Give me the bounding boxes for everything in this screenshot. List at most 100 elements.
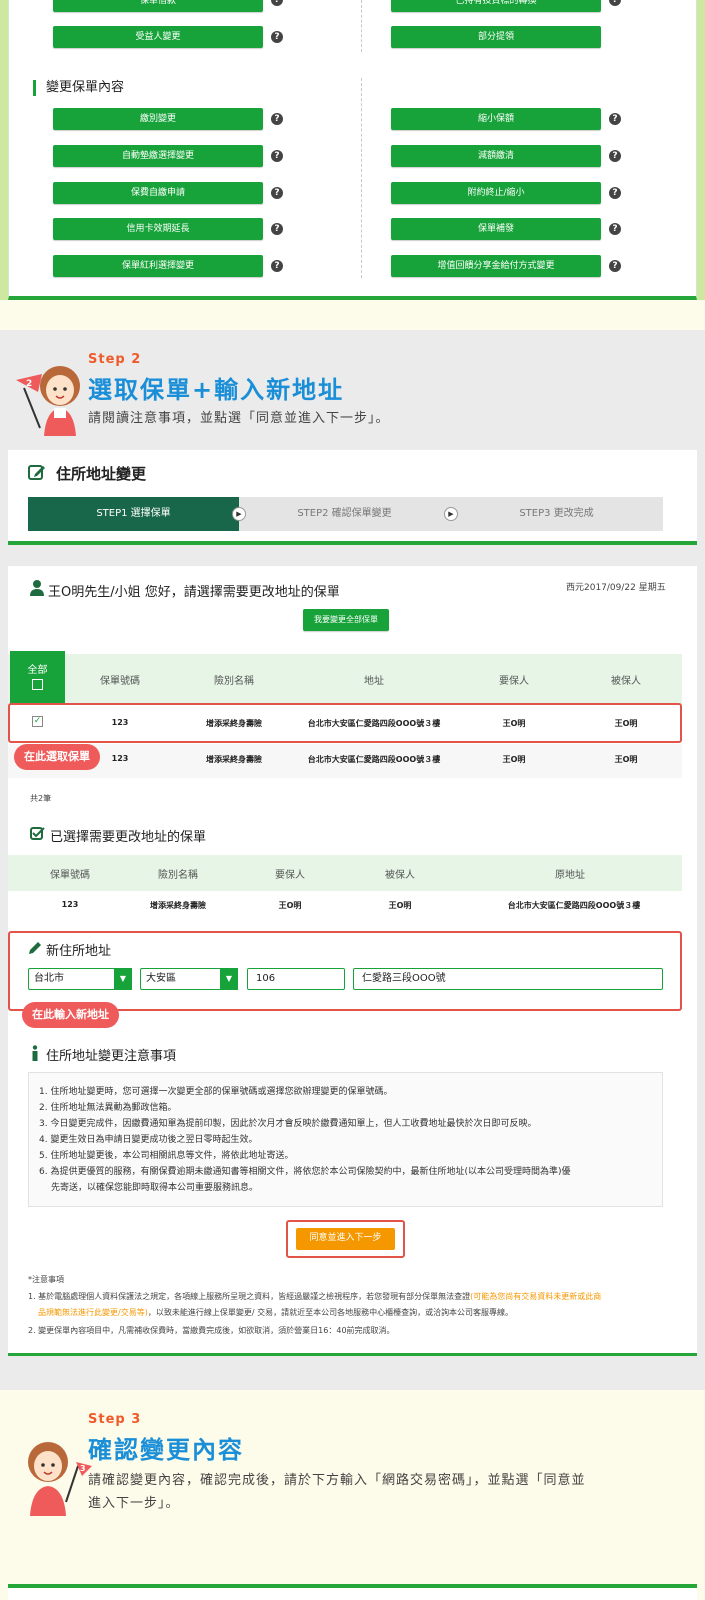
notice-item: 1. 住所地址變更時，您可選擇一次變更全部的保單號碼或選擇您欲辦理變更的保單號碼… xyxy=(39,1087,393,1097)
next-panel-top xyxy=(8,1584,697,1600)
select-all-label: 全部 xyxy=(27,665,48,676)
footnote-1-warning: (可能為您尚有交易資料未更新或此商 xyxy=(470,1292,602,1301)
footnote-title: *注意事項 xyxy=(28,1275,64,1284)
service-button-right-2[interactable]: 附約終止/縮小 xyxy=(391,182,601,204)
svg-text:2: 2 xyxy=(26,379,32,389)
help-icon[interactable]: ? xyxy=(271,0,283,6)
checkbox-icon xyxy=(30,827,45,840)
svg-text:3: 3 xyxy=(80,1464,86,1473)
col-header: 要保人 xyxy=(499,676,529,687)
help-icon[interactable]: ? xyxy=(609,150,621,162)
cell-policy-name: 增添采終身壽險 xyxy=(206,755,262,764)
change-all-button[interactable]: 我要變更全部保單 xyxy=(303,609,389,631)
right-edge xyxy=(697,0,705,300)
pencil-icon xyxy=(29,942,41,954)
cell-holder: 王O明 xyxy=(278,901,302,910)
partial-withdrawal-button[interactable]: 部分提領 xyxy=(391,26,601,48)
col-header: 被保人 xyxy=(385,870,415,881)
notice-item: 先寄送，以確保您能即時取得本公司重要服務訊息。 xyxy=(51,1183,259,1193)
notice-item: 3. 今日變更完成件，因繳費通知單為提前印製，因此於次月才會反映於繳費通知單上，… xyxy=(39,1119,537,1129)
step2-label: Step 2 xyxy=(88,352,142,367)
category-title: 變更保單內容 xyxy=(33,80,124,96)
help-icon[interactable]: ? xyxy=(271,187,283,199)
highlight-row xyxy=(8,703,682,743)
col-header: 險別名稱 xyxy=(158,870,198,881)
new-address-title: 新住所地址 xyxy=(46,944,112,959)
service-button-left-2[interactable]: 保費自繳申請 xyxy=(53,182,263,204)
district-value: 大安區 xyxy=(146,973,176,984)
col-header: 要保人 xyxy=(275,870,305,881)
help-icon[interactable]: ? xyxy=(271,260,283,272)
policy-services-section: 保單借款 ? 已持有投資標的轉換 ? 受益人變更 ? 部分提領 變更保單內容 繳… xyxy=(0,0,705,330)
select-policy-tip: 在此選取保單 xyxy=(14,744,100,770)
progress-step-1: STEP1 選擇保單 xyxy=(28,497,239,531)
user-icon xyxy=(30,580,44,596)
step3-section: 3 Step 3 確認變更內容 請確認變更內容，確認完成後，請於下方輸入「網路交… xyxy=(0,1390,705,1600)
col-header: 保單號碼 xyxy=(50,870,90,881)
selected-policies-title: 已選擇需要更改地址的保單 xyxy=(50,830,207,845)
help-icon[interactable]: ? xyxy=(271,113,283,125)
service-button-left-4[interactable]: 保單紅利選擇變更 xyxy=(53,255,263,277)
cell-insured: 王O明 xyxy=(614,755,638,764)
cell-policy-name: 增添采終身壽險 xyxy=(150,901,206,910)
record-count: 共2筆 xyxy=(30,794,52,803)
help-icon[interactable]: ? xyxy=(609,223,621,235)
select-all-checkbox[interactable] xyxy=(32,679,43,690)
panel-title: 住所地址變更 xyxy=(56,465,147,483)
step2-desc: 請閱讀注意事項，並點選「同意並進入下一步」。 xyxy=(88,411,390,426)
girl-avatar-icon: 3 xyxy=(28,1442,92,1516)
help-icon[interactable]: ? xyxy=(609,113,621,125)
col-header: 保單號碼 xyxy=(100,676,140,687)
footnote-1-text-cont: ，以致未能進行線上保單變更/ 交易，請就近至本公司各地服務中心櫃檯查詢，或洽詢本… xyxy=(147,1308,514,1317)
col-header: 被保人 xyxy=(611,676,641,687)
cell-policy-no: 123 xyxy=(61,900,79,909)
services-card: 保單借款 ? 已持有投資標的轉換 ? 受益人變更 ? 部分提領 變更保單內容 繳… xyxy=(8,0,697,300)
help-icon[interactable]: ? xyxy=(609,187,621,199)
help-icon[interactable]: ? xyxy=(271,31,283,43)
step2-title: 選取保單+輸入新地址 xyxy=(88,376,345,404)
notice-item: 6. 為提供更優質的服務，有關保費逾期未繳通知書等相關文件，將依您於本公司保險契… xyxy=(39,1167,571,1177)
agree-next-button[interactable]: 同意並進入下一步 xyxy=(296,1228,395,1250)
service-button-left-0[interactable]: 繳別變更 xyxy=(53,108,263,130)
info-icon xyxy=(32,1045,38,1061)
policy-loan-button[interactable]: 保單借款 xyxy=(53,0,263,12)
district-select[interactable]: 大安區 ▼ xyxy=(140,968,238,990)
help-icon[interactable]: ? xyxy=(271,150,283,162)
select-all-cell[interactable]: 全部 xyxy=(10,651,65,704)
step3-label: Step 3 xyxy=(88,1412,142,1427)
fund-switch-button[interactable]: 已持有投資標的轉換 xyxy=(391,0,601,12)
cell-original-address: 台北市大安區仁愛路四段OOO號３樓 xyxy=(507,901,641,910)
service-button-left-3[interactable]: 信用卡效期延長 xyxy=(53,218,263,240)
date-text: 西元2017/09/22 星期五 xyxy=(566,583,666,593)
help-icon[interactable]: ? xyxy=(271,223,283,235)
cell-insured: 王O明 xyxy=(388,901,412,910)
zip-input[interactable]: 106 xyxy=(247,968,345,990)
divider-top xyxy=(361,0,362,52)
city-select[interactable]: 台北市 ▼ xyxy=(28,968,132,990)
notice-item: 4. 變更生效日為申請日變更成功後之翌日零時起生效。 xyxy=(39,1135,258,1145)
beneficiary-change-button[interactable]: 受益人變更 xyxy=(53,26,263,48)
street-input[interactable]: 仁愛路三段OOO號 xyxy=(353,968,663,990)
service-button-right-1[interactable]: 減額繳清 xyxy=(391,145,601,167)
left-edge xyxy=(0,0,8,300)
notice-item: 2. 住所地址無法異動為郵政信箱。 xyxy=(39,1103,177,1113)
help-icon[interactable]: ? xyxy=(609,0,621,6)
service-button-left-1[interactable]: 自動墊繳選擇變更 xyxy=(53,145,263,167)
col-header: 地址 xyxy=(364,676,384,687)
service-button-right-4[interactable]: 增值回饋分享金給付方式變更 xyxy=(391,255,601,277)
notice-title: 住所地址變更注意事項 xyxy=(46,1049,177,1064)
notice-item: 5. 住所地址變更後，本公司相關訊息等文件，將依此地址寄送。 xyxy=(39,1151,294,1161)
service-button-right-0[interactable]: 縮小保額 xyxy=(391,108,601,130)
col-header: 險別名稱 xyxy=(214,676,254,687)
help-icon[interactable]: ? xyxy=(609,260,621,272)
service-button-right-3[interactable]: 保單補發 xyxy=(391,218,601,240)
col-header: 原地址 xyxy=(555,870,585,881)
chevron-down-icon: ▼ xyxy=(220,968,238,990)
step3-desc-line2: 進入下一步」。 xyxy=(88,1496,180,1511)
footnote-1-warning-cont: 品規範無法進行此變更/交易等) xyxy=(38,1308,148,1317)
enter-address-tip: 在此輸入新地址 xyxy=(22,1002,119,1028)
divider-main xyxy=(361,78,362,278)
notice-box: 1. 住所地址變更時，您可選擇一次變更全部的保單號碼或選擇您欲辦理變更的保單號碼… xyxy=(28,1072,663,1207)
footnote-1-text: 1. 基於電腦處理個人資料保護法之規定，各項線上服務所呈現之資料，皆經過嚴謹之檢… xyxy=(28,1292,471,1301)
chevron-down-icon: ▼ xyxy=(114,968,132,990)
